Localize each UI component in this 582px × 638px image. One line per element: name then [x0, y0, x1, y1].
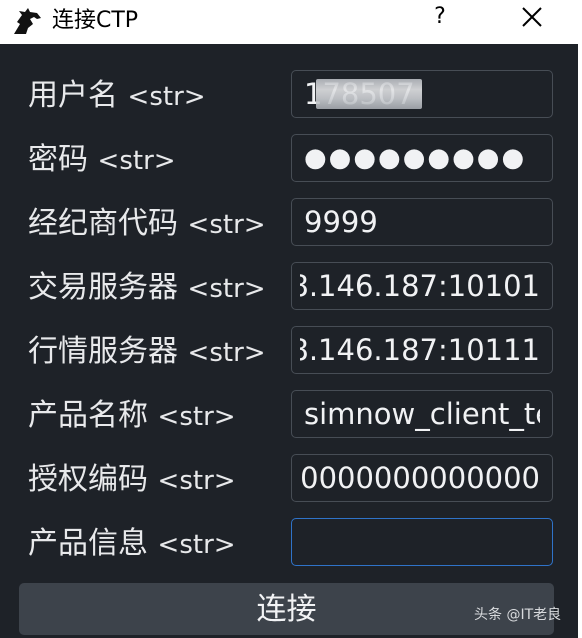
- broker-id-field-box: [291, 198, 553, 246]
- window-title: 连接CTP: [52, 8, 139, 33]
- trade-server-input[interactable]: [292, 263, 552, 309]
- product-name-input[interactable]: [292, 391, 552, 437]
- market-server-input[interactable]: [292, 327, 552, 373]
- watermark: 头条 @IT老良: [474, 607, 562, 623]
- close-icon: [522, 7, 542, 27]
- username-field-box: [291, 70, 553, 118]
- help-button[interactable]: ?: [416, 0, 464, 36]
- auth-code-label: 授权编码 <str>: [28, 462, 236, 497]
- form-row-product-name: 产品名称 <str>: [0, 390, 578, 442]
- broker-id-label: 经纪商代码 <str>: [28, 206, 266, 241]
- product-info-input[interactable]: [292, 519, 552, 565]
- connect-dialog: 用户名 <str> 密码 <str> 经纪商代码 <str> 交易服务器 <st…: [0, 44, 578, 638]
- auth-code-field-box: [291, 454, 553, 502]
- form-row-trade-server: 交易服务器 <str>: [0, 262, 578, 314]
- password-input[interactable]: [292, 135, 552, 181]
- product-info-field-box: [291, 518, 553, 566]
- form-row-broker-id: 经纪商代码 <str>: [0, 198, 578, 250]
- form-row-product-info: 产品信息 <str>: [0, 518, 578, 570]
- password-label: 密码 <str>: [28, 142, 176, 177]
- redaction-mask: [316, 79, 422, 109]
- form-row-password: 密码 <str>: [0, 134, 578, 186]
- broker-id-input[interactable]: [292, 199, 552, 245]
- title-bar: 连接CTP ?: [0, 0, 582, 44]
- market-server-label: 行情服务器 <str>: [28, 334, 266, 369]
- product-name-label: 产品名称 <str>: [28, 398, 236, 433]
- auth-code-input[interactable]: [292, 455, 552, 501]
- trade-server-label: 交易服务器 <str>: [28, 270, 266, 305]
- trade-server-field-box: [291, 262, 553, 310]
- product-info-label: 产品信息 <str>: [28, 526, 236, 561]
- window-edge: [578, 44, 582, 638]
- form-row-username: 用户名 <str>: [0, 70, 578, 122]
- username-label: 用户名 <str>: [28, 78, 206, 113]
- horse-logo-icon: [14, 8, 41, 34]
- form-row-market-server: 行情服务器 <str>: [0, 326, 578, 378]
- password-field-box: [291, 134, 553, 182]
- product-name-field-box: [291, 390, 553, 438]
- close-button[interactable]: [508, 0, 556, 36]
- form-row-auth-code: 授权编码 <str>: [0, 454, 578, 506]
- market-server-field-box: [291, 326, 553, 374]
